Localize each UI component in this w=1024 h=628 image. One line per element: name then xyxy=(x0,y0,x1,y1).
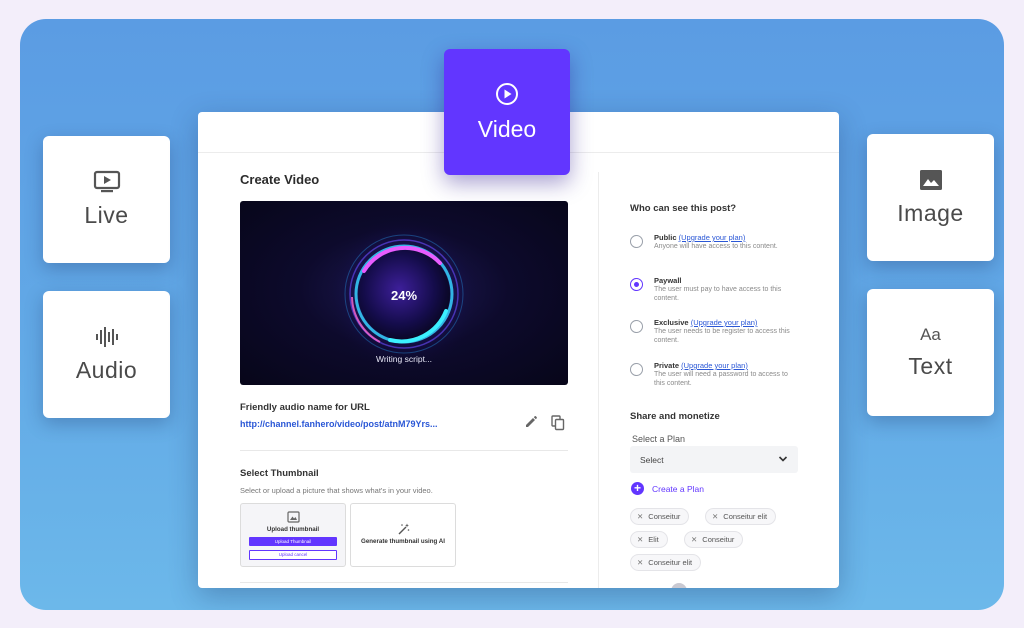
share-title: Share and monetize xyxy=(630,411,720,422)
hero-frame: Live Audio Image Aa Text Create Video 24… xyxy=(20,19,1004,610)
radio-private[interactable] xyxy=(630,363,643,376)
radio-paywall[interactable] xyxy=(630,278,643,291)
audio-tile[interactable]: Audio xyxy=(43,291,170,418)
text-label: Text xyxy=(908,353,953,379)
chip-label: Conseitur xyxy=(648,512,681,521)
video-label: Video xyxy=(477,115,537,142)
thumbnail-subtitle: Select or upload a picture that shows wh… xyxy=(240,486,433,495)
chip-label: Conseitur elit xyxy=(723,512,768,521)
url-label: Friendly audio name for URL xyxy=(240,402,370,413)
progress-status: Writing script... xyxy=(375,354,433,364)
close-icon[interactable]: ✕ xyxy=(712,512,718,521)
image-tile[interactable]: Image xyxy=(867,134,994,261)
pencil-icon[interactable] xyxy=(524,415,538,429)
page-title: Create Video xyxy=(240,172,320,187)
visibility-title: Who can see this post? xyxy=(630,203,737,214)
generate-thumbnail-title: Generate thumbnail using AI xyxy=(361,538,445,545)
upload-cancel-button[interactable]: Upload cancel xyxy=(249,550,337,560)
close-icon[interactable]: ✕ xyxy=(637,558,643,567)
plan-select-value: Select xyxy=(640,455,664,465)
chevron-down-icon xyxy=(778,456,788,462)
option-description: The user must pay to have access to this… xyxy=(654,286,782,302)
create-video-panel: Create Video 24% Writing script... Frien… xyxy=(198,112,839,588)
close-icon[interactable]: ✕ xyxy=(637,535,643,544)
image-label: Image xyxy=(897,200,964,226)
upload-thumbnail-card[interactable]: Upload thumbnail Upload Thumbnail Upload… xyxy=(240,503,346,567)
image-icon xyxy=(919,170,942,190)
option-name: Public xyxy=(654,233,677,242)
radio-exclusive[interactable] xyxy=(630,320,643,333)
option-description: The user needs to be register to access … xyxy=(654,328,790,344)
close-icon[interactable]: ✕ xyxy=(637,512,643,521)
copy-icon[interactable] xyxy=(551,415,565,431)
column-divider xyxy=(598,172,599,588)
option-name: Exclusive xyxy=(654,318,689,327)
section-divider xyxy=(240,582,568,583)
upload-thumbnail-title: Upload thumbnail xyxy=(266,526,320,533)
video-tile[interactable]: Video xyxy=(444,49,570,175)
option-description: Anyone will have access to this content. xyxy=(654,243,778,250)
chip-label: Conseitur elit xyxy=(648,558,693,567)
plan-label: Select a Plan xyxy=(632,434,686,444)
image-icon xyxy=(287,511,300,523)
option-name: Paywall xyxy=(654,276,682,285)
plan-select[interactable]: Select xyxy=(630,446,798,473)
upload-thumbnail-button[interactable]: Upload Thumbnail xyxy=(249,537,337,546)
play-circle-icon xyxy=(496,82,518,105)
upgrade-link[interactable]: (Upgrade your plan) xyxy=(679,233,746,242)
upgrade-link[interactable]: (Upgrade your plan) xyxy=(681,361,748,370)
text-tile[interactable]: Aa Text xyxy=(867,289,994,416)
plan-chip[interactable]: ✕ Conseitur elit xyxy=(705,508,777,525)
radio-public[interactable] xyxy=(630,235,643,248)
option-description: The user will need a password to access … xyxy=(654,371,788,387)
upgrade-link[interactable]: (Upgrade your plan) xyxy=(691,318,758,327)
chip-label: Conseitur xyxy=(702,535,735,544)
audio-label: Audio xyxy=(75,357,138,383)
chip-label: Elit xyxy=(648,535,659,544)
waveform-icon xyxy=(95,327,118,347)
close-icon[interactable]: ✕ xyxy=(691,535,697,544)
thumbnail-title: Select Thumbnail xyxy=(240,468,319,479)
progress-percent: 24% xyxy=(390,288,418,303)
plus-icon: + xyxy=(631,482,644,495)
scroll-handle[interactable] xyxy=(671,583,687,588)
create-plan-label: Create a Plan xyxy=(652,484,704,494)
live-tile[interactable]: Live xyxy=(43,136,170,263)
magic-wand-icon xyxy=(398,523,410,535)
text-aa-icon: Aa xyxy=(920,325,941,344)
plan-chip[interactable]: ✕ Conseitur elit xyxy=(630,554,702,571)
live-label: Live xyxy=(84,202,129,228)
section-divider xyxy=(240,450,568,451)
monitor-play-icon xyxy=(93,170,120,193)
video-preview[interactable]: 24% Writing script... xyxy=(240,201,568,385)
option-name: Private xyxy=(654,361,680,370)
generate-thumbnail-card[interactable]: Generate thumbnail using AI xyxy=(350,503,456,567)
plan-chip[interactable]: ✕ Conseitur xyxy=(630,508,690,525)
plan-chip[interactable]: ✕ Elit xyxy=(630,531,668,548)
url-link[interactable]: http://channel.fanhero/video/post/atnM79… xyxy=(240,419,438,429)
plan-chip[interactable]: ✕ Conseitur xyxy=(684,531,744,548)
